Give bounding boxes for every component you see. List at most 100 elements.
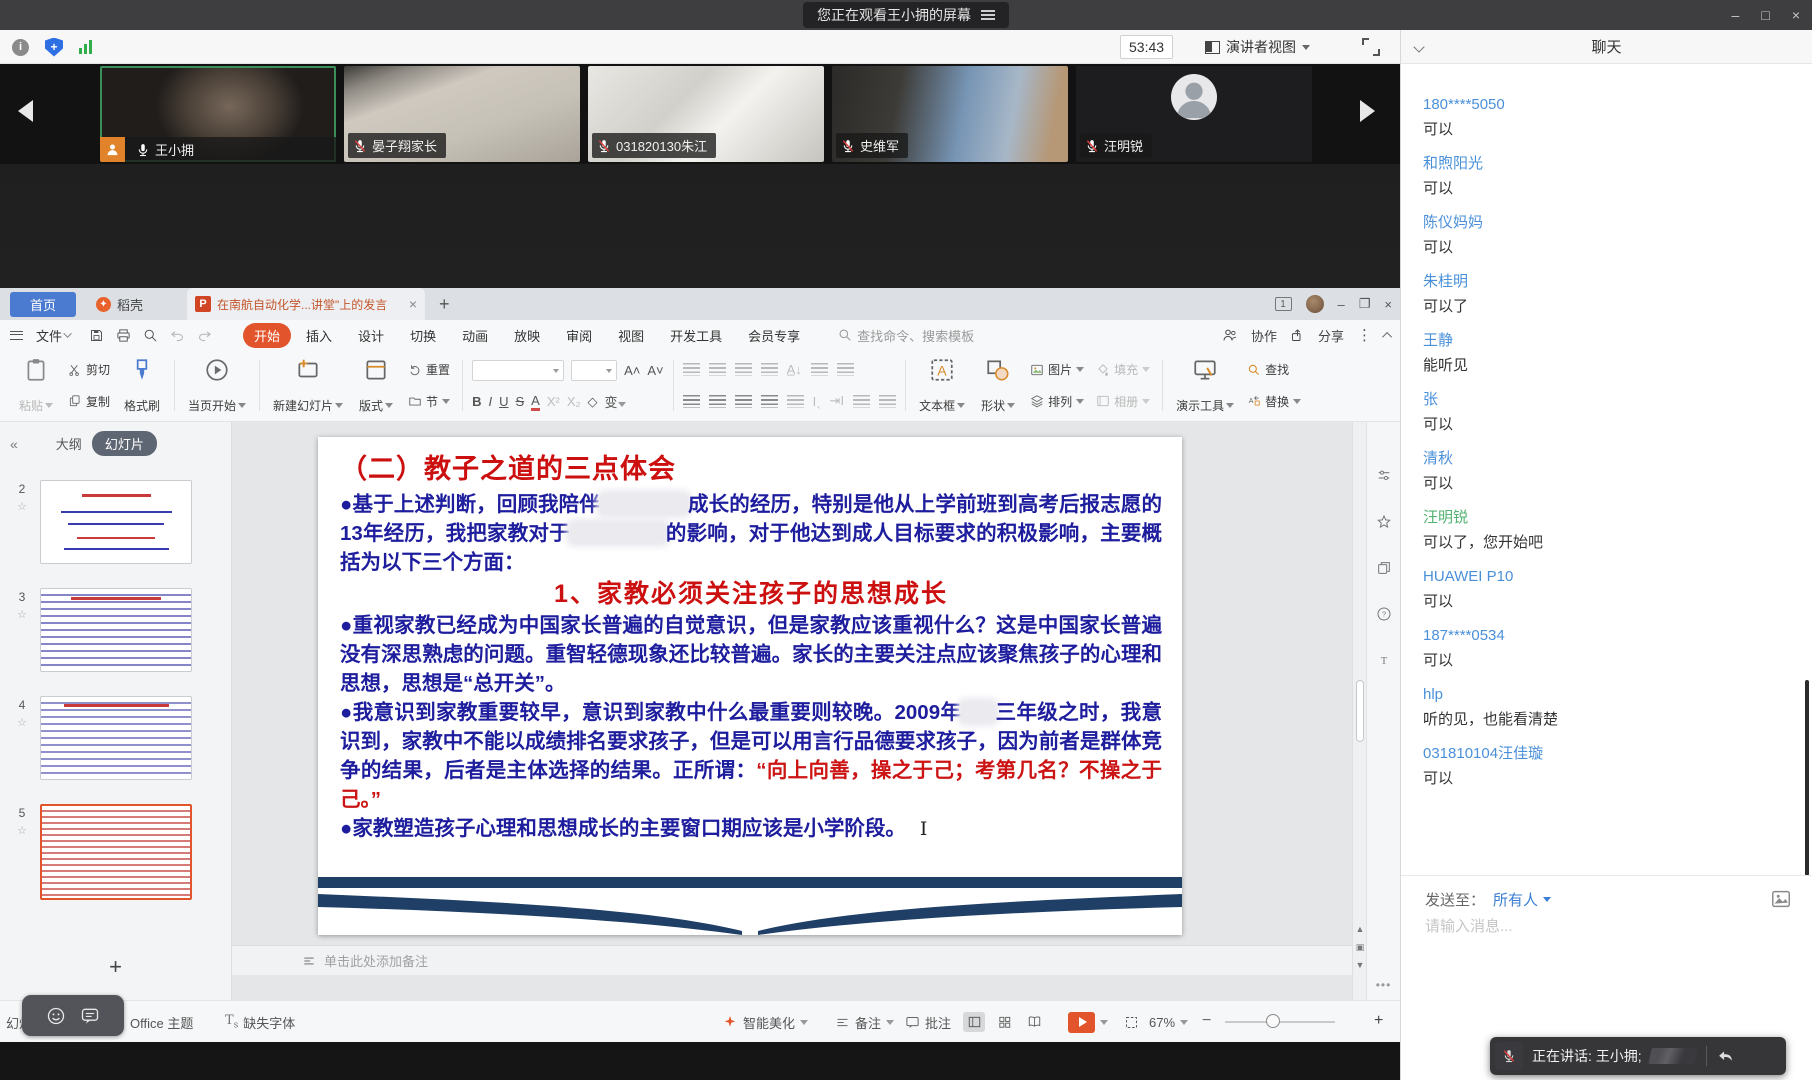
arrange-button[interactable]: 排列	[1027, 392, 1087, 411]
theme-label[interactable]: Office 主题	[130, 1001, 193, 1043]
copy-button[interactable]: 复制	[65, 392, 113, 411]
tab-close-icon[interactable]: ×	[409, 296, 417, 312]
minimize-button[interactable]: –	[1732, 7, 1740, 23]
font-size-select[interactable]	[571, 359, 618, 381]
share-icon[interactable]	[1290, 328, 1305, 343]
play-options-icon[interactable]	[1100, 1019, 1108, 1025]
ribbon-tab-0[interactable]: 开始	[243, 322, 292, 348]
picture-button[interactable]: 图片	[1027, 360, 1087, 379]
line-spacing-icon[interactable]	[810, 363, 828, 376]
chat-sender-name[interactable]: 清秋	[1423, 448, 1796, 469]
tab-docer[interactable]: ✦ 稻壳	[82, 288, 157, 320]
share-button[interactable]: 分享	[1318, 326, 1344, 345]
ribbon-tab-7[interactable]: 视图	[607, 323, 655, 348]
slide-thumbnail[interactable]	[40, 480, 192, 564]
distribute-icon[interactable]	[786, 394, 804, 408]
chat-sender-name[interactable]: HUAWEI P10	[1423, 566, 1796, 587]
account-avatar[interactable]	[1305, 295, 1324, 313]
chat-message-list[interactable]: 180****5050 可以 和煦阳光 可以 陈仪妈妈 可以 朱桂明 可以了 王静 能听见张可以清…	[1401, 64, 1812, 844]
superscript-button[interactable]: X²	[547, 394, 560, 409]
chat-scrollbar[interactable]	[1805, 680, 1809, 876]
maximize-button[interactable]: □	[1761, 7, 1769, 23]
send-image-icon[interactable]	[1770, 888, 1792, 910]
tab-slides[interactable]: 幻灯片	[91, 431, 157, 456]
watching-banner[interactable]: 您正在观看王小拥的屏幕	[803, 2, 1009, 28]
slide-thumbnail-row[interactable]: 3 ☆	[0, 588, 231, 672]
section-button[interactable]: 节	[405, 392, 453, 411]
add-slide-button[interactable]: +	[0, 954, 231, 980]
main-menu-icon[interactable]	[10, 330, 23, 340]
collaborate-icon[interactable]	[1222, 327, 1238, 343]
play-from-page-button[interactable]: 当页开始	[184, 354, 250, 417]
ribbon-tab-1[interactable]: 插入	[295, 323, 343, 348]
presentation-tools-button[interactable]: 演示工具	[1172, 354, 1238, 417]
ribbon-tab-9[interactable]: 会员专享	[737, 323, 811, 348]
chat-sender-name[interactable]: 031810104汪佳璇	[1423, 743, 1796, 764]
file-menu[interactable]: 文件	[36, 326, 72, 345]
chat-sender-name[interactable]: 陈仪妈妈	[1423, 212, 1796, 233]
ribbon-tab-2[interactable]: 设计	[347, 323, 395, 348]
fill-button[interactable]: 填充	[1093, 360, 1153, 379]
align-text-icon[interactable]: ⇥I	[830, 393, 845, 409]
text-tool-icon[interactable]	[1376, 652, 1392, 668]
slide-thumbnail[interactable]	[40, 804, 192, 900]
wps-minimize-button[interactable]: –	[1338, 297, 1345, 312]
animation-pane-icon[interactable]	[1376, 560, 1392, 576]
zoom-out-button[interactable]: −	[1202, 1012, 1211, 1030]
reset-button[interactable]: 重置	[405, 360, 453, 379]
text-effects-button[interactable]: 变	[605, 392, 626, 411]
wps-restore-button[interactable]: ❐	[1359, 296, 1371, 312]
increase-font-icon[interactable]: A˄	[624, 363, 640, 378]
slide-sorter-view-button[interactable]	[993, 1012, 1015, 1032]
slide-canvas[interactable]: （二）教子之道的三点体会 ●基于上述判断，回顾我陪伴 成长的经历，特别是他从上学前班…	[318, 437, 1182, 935]
slide-thumbnail-row[interactable]: 2 ☆	[0, 480, 231, 564]
text-direction-icon[interactable]: A̲↓	[787, 362, 802, 377]
help-icon[interactable]	[1376, 606, 1392, 622]
comments-button[interactable]: 批注	[905, 1001, 951, 1043]
numbering-tools-icon[interactable]	[879, 394, 897, 408]
favorites-icon[interactable]	[1376, 514, 1392, 530]
participant-video[interactable]: 031820130朱江	[588, 66, 824, 162]
album-button[interactable]: 相册	[1093, 392, 1153, 411]
security-shield-icon[interactable]: +	[45, 37, 63, 57]
zoom-slider-knob[interactable]	[1266, 1014, 1280, 1028]
slide-thumbnail[interactable]	[40, 588, 192, 672]
fit-slide-button[interactable]	[1124, 1001, 1139, 1043]
chat-sender-name[interactable]: 王静	[1423, 330, 1796, 351]
chat-sender-name[interactable]: 汪明锐	[1423, 507, 1796, 528]
reply-arrow-icon[interactable]	[1717, 1048, 1734, 1065]
bold-button[interactable]: B	[472, 394, 481, 409]
justify-icon[interactable]	[760, 394, 778, 408]
strikethrough-button[interactable]: S	[515, 394, 524, 409]
chat-sender-name[interactable]: 和煦阳光	[1423, 153, 1796, 174]
view-mode-dropdown[interactable]: 演讲者视图	[1205, 35, 1310, 59]
slide-nav-icon[interactable]: ▣	[1353, 940, 1367, 954]
align-right-icon[interactable]	[734, 394, 752, 408]
format-painter-button[interactable]: 格式刷	[119, 354, 165, 417]
slide-thumbnail-row[interactable]: 4 ☆	[0, 696, 231, 780]
replace-button[interactable]: 替换	[1244, 392, 1304, 411]
scroll-right-arrow[interactable]	[1360, 100, 1375, 122]
textbox-button[interactable]: 文本框	[915, 354, 969, 417]
decrease-font-icon[interactable]: A˅	[647, 363, 663, 378]
collaborate-button[interactable]: 协作	[1251, 326, 1277, 345]
layout-button[interactable]: 版式	[353, 354, 399, 417]
subscript-button[interactable]: X₂	[567, 394, 581, 409]
ribbon-tab-5[interactable]: 放映	[503, 323, 551, 348]
scroll-left-arrow[interactable]	[18, 100, 33, 122]
collapse-ribbon-icon[interactable]	[1382, 331, 1393, 342]
align-center-icon[interactable]	[708, 394, 726, 408]
save-icon[interactable]	[89, 328, 104, 343]
zoom-level[interactable]: 67%	[1149, 1001, 1189, 1043]
toast-muted-mic-icon[interactable]	[1495, 1042, 1523, 1070]
normal-view-button[interactable]	[963, 1012, 985, 1032]
bullet-list-icon[interactable]	[682, 363, 700, 376]
vertical-text-icon[interactable]: I˱	[813, 394, 821, 409]
ribbon-tab-4[interactable]: 动画	[451, 323, 499, 348]
chat-bubble-icon[interactable]	[80, 1006, 100, 1026]
participant-video[interactable]: 王小拥	[100, 66, 336, 162]
slide-scrollbar[interactable]: ▲ ▣ ▼	[1352, 422, 1366, 1000]
print-preview-icon[interactable]	[143, 328, 158, 343]
banner-menu-icon[interactable]	[981, 10, 995, 20]
find-button[interactable]: 查找	[1244, 360, 1304, 379]
